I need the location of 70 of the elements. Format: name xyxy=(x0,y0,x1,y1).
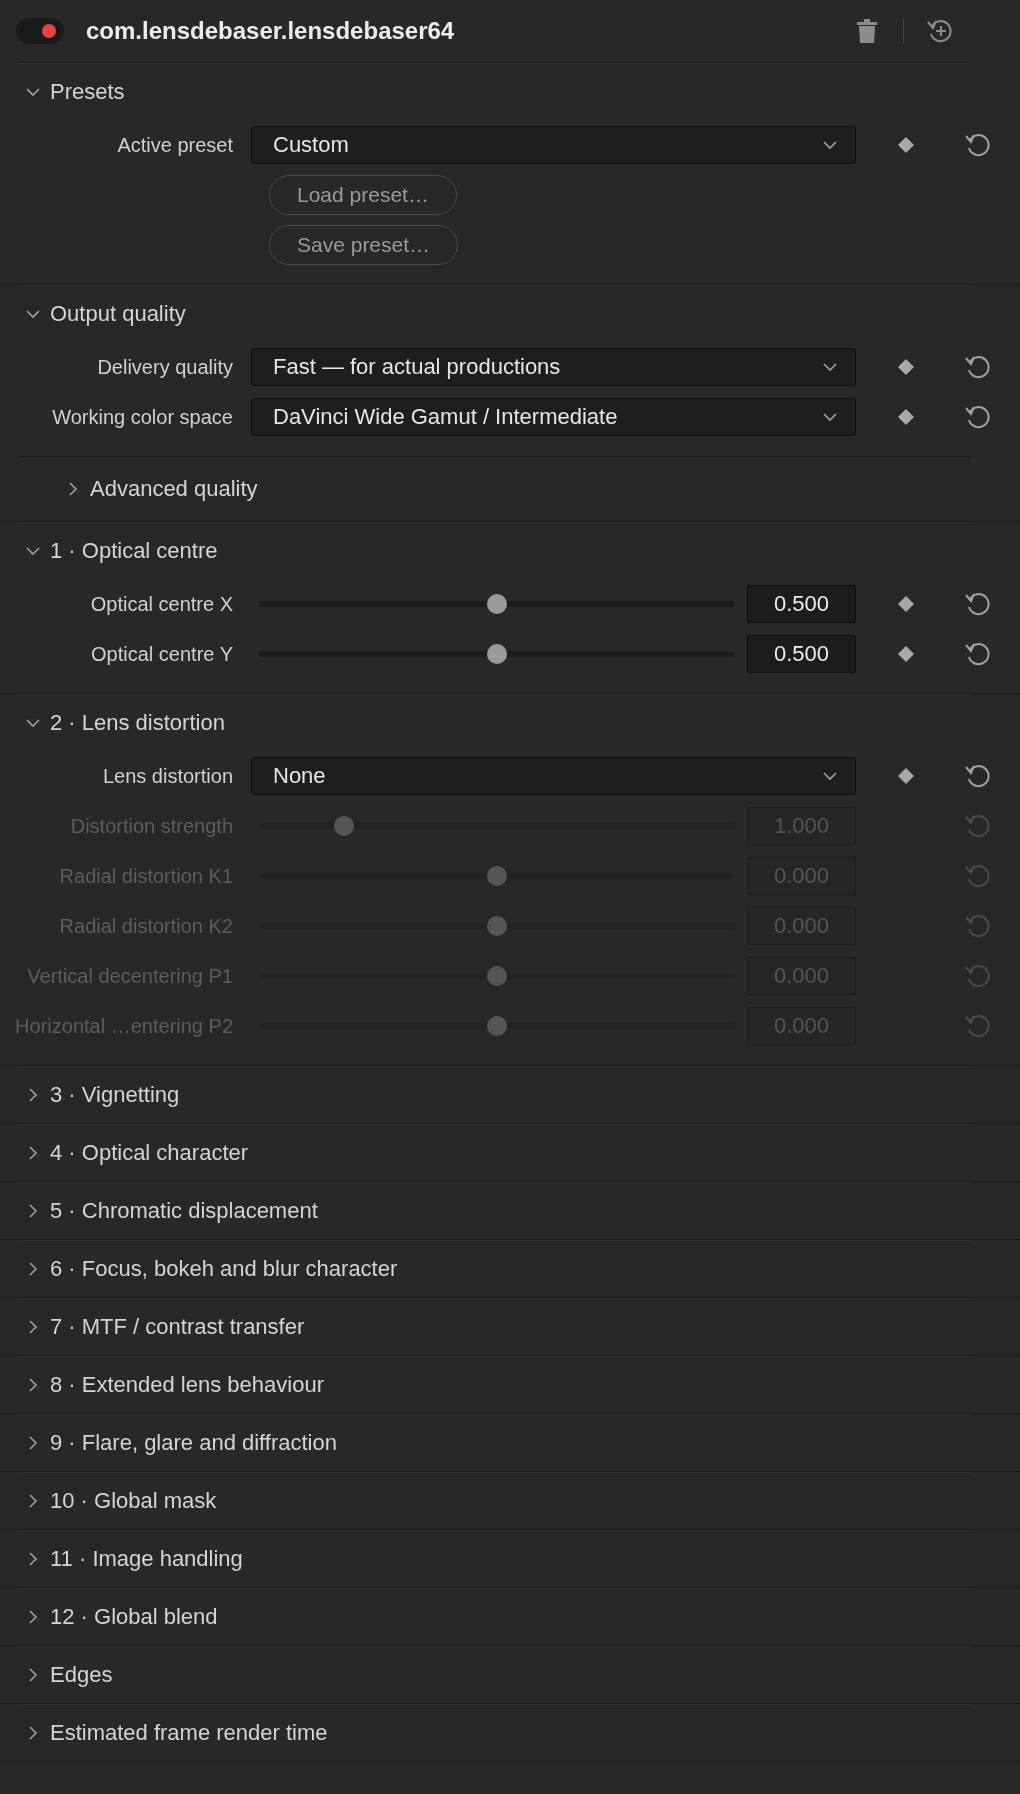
field-label: Optical centre Y xyxy=(91,642,234,666)
chevron-down-icon[interactable] xyxy=(823,769,837,783)
chevron-right-icon[interactable] xyxy=(26,1146,40,1160)
keyframe-diamond-icon[interactable] xyxy=(897,767,915,785)
chevron-down-icon[interactable] xyxy=(823,138,837,152)
slider-thumb[interactable] xyxy=(486,594,507,614)
reset-add-icon[interactable] xyxy=(926,17,954,45)
dropdown[interactable]: Custom xyxy=(251,126,856,164)
section-header[interactable]: 5 · Chromatic displacement xyxy=(26,1198,318,1224)
chevron-right-icon[interactable] xyxy=(26,1088,40,1102)
field-label: Lens distortion xyxy=(102,764,234,788)
section-header[interactable]: Edges xyxy=(26,1662,113,1688)
subsection-header[interactable]: Advanced quality xyxy=(66,476,258,502)
chevron-right-icon[interactable] xyxy=(26,1494,40,1508)
dropdown[interactable]: None xyxy=(251,757,856,795)
chevron-right-icon[interactable] xyxy=(66,482,80,496)
section-header[interactable]: Output quality xyxy=(26,301,186,327)
field-label: Delivery quality xyxy=(97,355,234,379)
section-header[interactable]: 4 · Optical character xyxy=(26,1140,249,1166)
value-input[interactable]: 0.500 xyxy=(747,635,856,673)
chevron-down-icon[interactable] xyxy=(26,716,40,730)
chevron-right-icon[interactable] xyxy=(26,1436,40,1450)
dropdown[interactable]: Fast — for actual productions xyxy=(251,348,856,386)
slider-thumb[interactable] xyxy=(486,644,507,664)
reset-icon[interactable] xyxy=(964,403,992,431)
chevron-right-icon[interactable] xyxy=(26,1262,40,1276)
trash-icon[interactable] xyxy=(857,19,877,43)
field-label: Optical centre X xyxy=(90,592,234,616)
reset-icon[interactable] xyxy=(964,762,992,790)
chevron-down-icon[interactable] xyxy=(823,360,837,374)
chevron-right-icon[interactable] xyxy=(26,1204,40,1218)
chevron-down-icon[interactable] xyxy=(823,410,837,424)
section-header[interactable]: 2 · Lens distortion xyxy=(26,710,225,736)
keyframe-diamond-icon[interactable] xyxy=(897,645,915,663)
preset-button[interactable]: Load preset… xyxy=(269,175,457,215)
section-header[interactable]: 9 · Flare, glare and diffraction xyxy=(26,1430,337,1456)
field-label: Working color space xyxy=(52,405,234,429)
chevron-down-icon[interactable] xyxy=(26,307,40,321)
section-header[interactable]: 10 · Global mask xyxy=(26,1488,217,1514)
dropdown[interactable]: DaVinci Wide Gamut / Intermediate xyxy=(251,398,856,436)
chevron-right-icon[interactable] xyxy=(26,1552,40,1566)
keyframe-diamond-icon[interactable] xyxy=(897,358,915,376)
chevron-right-icon[interactable] xyxy=(26,1668,40,1682)
keyframe-diamond-icon[interactable] xyxy=(897,595,915,613)
section-header[interactable]: 8 · Extended lens behaviour xyxy=(26,1372,324,1398)
section-header[interactable]: 3 · Vignetting xyxy=(26,1082,180,1108)
section-header[interactable]: Estimated frame render time xyxy=(26,1720,328,1746)
field-label: Active preset xyxy=(117,133,234,157)
preset-button[interactable]: Save preset… xyxy=(269,225,459,265)
chevron-right-icon[interactable] xyxy=(26,1320,40,1334)
reset-icon[interactable] xyxy=(964,640,992,668)
section-header[interactable]: Presets xyxy=(26,79,125,105)
reset-icon[interactable] xyxy=(964,590,992,618)
reset-icon[interactable] xyxy=(964,353,992,381)
section-header[interactable]: 6 · Focus, bokeh and blur character xyxy=(26,1256,398,1282)
enable-toggle[interactable] xyxy=(16,18,64,44)
section-header[interactable]: 1 · Optical centre xyxy=(26,538,218,564)
keyframe-diamond-icon[interactable] xyxy=(897,408,915,426)
section-header[interactable]: 11 · Image handling xyxy=(26,1546,243,1572)
chevron-right-icon[interactable] xyxy=(26,1378,40,1392)
reset-icon[interactable] xyxy=(964,131,992,159)
value-input[interactable]: 0.500 xyxy=(747,585,856,623)
section-header[interactable]: 7 · MTF / contrast transfer xyxy=(26,1314,305,1340)
plugin-title: com.lensdebaser.lensdebaser64 xyxy=(86,17,456,45)
chevron-down-icon[interactable] xyxy=(26,85,40,99)
section-header[interactable]: 12 · Global blend xyxy=(26,1604,218,1630)
chevron-right-icon[interactable] xyxy=(26,1610,40,1624)
keyframe-diamond-icon[interactable] xyxy=(897,136,915,154)
chevron-down-icon[interactable] xyxy=(26,544,40,558)
chevron-right-icon[interactable] xyxy=(26,1726,40,1740)
